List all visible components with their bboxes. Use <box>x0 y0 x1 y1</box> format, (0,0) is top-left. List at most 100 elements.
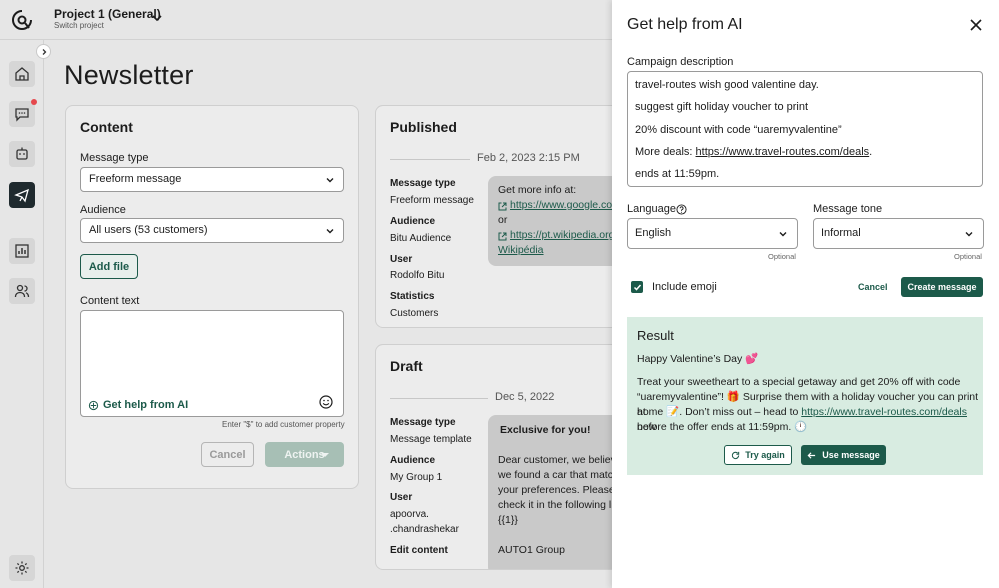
add-file-button[interactable]: Add file <box>80 254 138 279</box>
users-icon <box>14 284 30 298</box>
chevron-down-icon[interactable] <box>151 12 163 24</box>
caret-down-icon <box>321 453 329 457</box>
bubble-text: we found a car that matc <box>498 469 613 481</box>
actions-label: Actions <box>284 448 325 461</box>
include-emoji-label: Include emoji <box>652 281 717 293</box>
chevron-down-icon <box>326 229 334 234</box>
language-label: Language <box>627 203 676 215</box>
project-title[interactable]: Project 1 (General) <box>54 7 161 21</box>
try-again-button[interactable]: Try again <box>724 445 792 465</box>
home-icon <box>15 67 29 81</box>
meta-key: Message type <box>390 417 456 428</box>
external-link-icon <box>498 232 507 241</box>
get-help-from-ai-link[interactable]: Get help from AI <box>103 399 188 411</box>
message-tone-select[interactable]: Informal <box>813 218 984 249</box>
rail-analytics[interactable] <box>9 238 35 264</box>
use-message-button[interactable]: Use message <box>801 445 886 465</box>
panel-cancel-button[interactable]: Cancel <box>858 282 888 292</box>
draft-card: Draft Dec 5, 2022 Message type Message t… <box>375 344 635 570</box>
published-card-title: Published <box>390 119 457 135</box>
campaign-description-label: Campaign description <box>627 56 734 68</box>
tone-optional: Optional <box>954 252 982 261</box>
rail-campaigns[interactable] <box>9 182 35 208</box>
rail-settings[interactable] <box>9 555 35 581</box>
bubble-text: {{1}} <box>498 514 518 526</box>
include-emoji-checkbox[interactable] <box>631 281 643 293</box>
language-value: English <box>635 227 672 239</box>
actions-button[interactable]: Actions <box>265 442 344 467</box>
audience-select[interactable]: All users (53 customers) <box>80 218 344 243</box>
tone-value: Informal <box>821 227 861 239</box>
help-circle-icon[interactable] <box>676 204 687 215</box>
rail-toggle-button[interactable] <box>36 44 51 59</box>
meta-key: Message type <box>390 178 456 189</box>
chevron-down-icon <box>326 178 334 183</box>
emoji-icon[interactable] <box>319 395 333 409</box>
meta-value: apoorva. <box>390 509 429 520</box>
edit-content-link[interactable]: Edit content <box>390 545 448 556</box>
bubble-text: your preferences. Please <box>498 484 615 496</box>
bubble-text: AUTO1 Group <box>498 544 565 556</box>
bubble-link[interactable]: https://pt.wikipedia.org <box>510 229 614 241</box>
bubble-text: Get more info at: <box>498 184 577 196</box>
meta-value: .chandrashekar <box>390 524 459 535</box>
date-divider <box>390 398 488 399</box>
meta-key: User <box>390 254 413 265</box>
description-line: 20% discount with code “uaremyvalentine” <box>635 124 842 136</box>
bubble-link[interactable]: Wikipédia <box>498 244 544 256</box>
bot-icon <box>16 147 28 160</box>
megaphone-icon <box>14 188 29 203</box>
bubble-link[interactable]: https://www.google.co <box>510 199 612 211</box>
published-card: Published Feb 2, 2023 2:15 PM Message ty… <box>375 105 635 328</box>
content-text-hint: Enter "$" to add customer property <box>222 420 345 429</box>
message-type-value: Freeform message <box>89 173 182 185</box>
rail-chat[interactable] <box>9 99 37 127</box>
language-select[interactable]: English <box>627 218 798 249</box>
bubble-text: or <box>498 214 508 226</box>
page-title: Newsletter <box>64 60 194 90</box>
date-divider <box>390 159 470 160</box>
result-link[interactable]: https://www.travel-routes.com/deals <box>801 406 967 418</box>
external-link-icon <box>498 202 507 211</box>
chat-icon <box>15 108 29 122</box>
left-rail <box>0 40 44 588</box>
audience-value: All users (53 customers) <box>89 224 208 236</box>
content-card: Content Message type Freeform message Au… <box>65 105 359 489</box>
draft-card-title: Draft <box>390 358 423 374</box>
result-title: Result <box>637 328 674 343</box>
create-message-button[interactable]: Create message <box>901 277 983 297</box>
rail-users[interactable] <box>9 278 35 304</box>
message-type-select[interactable]: Freeform message <box>80 167 344 192</box>
result-prefix: home 📝. Don’t miss out – head to <box>637 406 802 418</box>
chevron-down-icon <box>779 232 787 237</box>
result-box: Result Happy Valentine’s Day 💕 Treat you… <box>627 317 983 475</box>
description-line: More deals: https://www.travel-routes.co… <box>635 146 872 158</box>
deals-suffix: . <box>869 146 873 158</box>
content-text-label: Content text <box>80 295 140 307</box>
close-icon[interactable] <box>969 18 983 32</box>
bubble-text: Dear customer, we believ <box>498 454 616 466</box>
meta-value: Freeform message <box>390 195 474 206</box>
ai-sparkle-icon <box>88 400 99 411</box>
published-date: Feb 2, 2023 2:15 PM <box>477 152 580 164</box>
campaign-description-input[interactable]: travel-routes wish good valentine day. s… <box>627 71 983 187</box>
rail-home[interactable] <box>9 61 35 87</box>
project-subtitle: Switch project <box>54 21 104 30</box>
ai-help-panel: Get help from AI Campaign description tr… <box>612 0 999 588</box>
check-icon <box>633 284 641 291</box>
deals-prefix: More deals: <box>635 146 696 158</box>
description-line: ends at 11:59pm. <box>635 168 720 180</box>
rail-bot[interactable] <box>9 141 35 167</box>
deals-link[interactable]: https://www.travel-routes.com/deals <box>696 146 870 158</box>
settings-icon <box>15 561 29 575</box>
result-line: before the offer ends at 11:59pm. 🕛 <box>637 421 808 433</box>
result-line: Happy Valentine’s Day 💕 <box>637 353 759 365</box>
content-text-input[interactable]: Get help from AI <box>80 310 344 417</box>
language-optional: Optional <box>768 252 796 261</box>
meta-value: My Group 1 <box>390 472 443 483</box>
cancel-button[interactable]: Cancel <box>201 442 254 467</box>
app-logo-icon[interactable] <box>10 8 34 32</box>
meta-value: Rodolfo Bitu <box>390 270 445 281</box>
content-card-title: Content <box>80 119 133 135</box>
panel-title: Get help from AI <box>627 16 743 33</box>
